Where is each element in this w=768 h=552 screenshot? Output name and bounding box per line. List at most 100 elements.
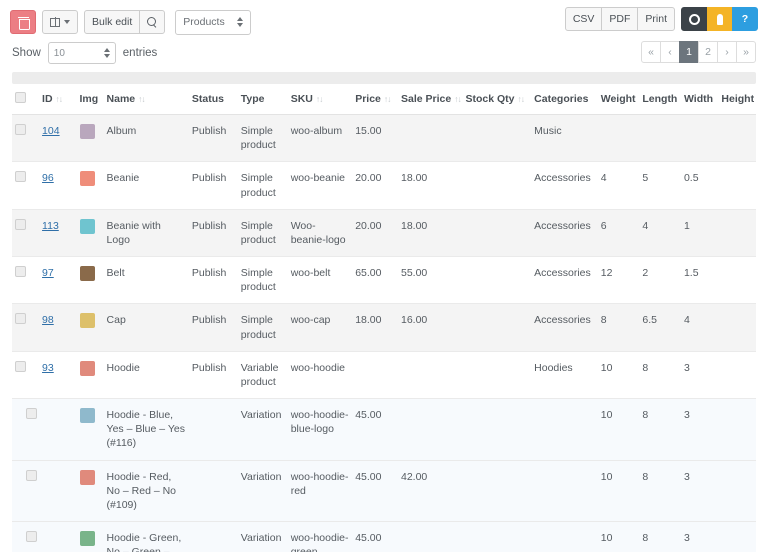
cell-status: Publish xyxy=(188,351,238,400)
cell-stock-qty xyxy=(462,460,532,523)
cell-id[interactable]: 98 xyxy=(39,303,77,352)
sort-icon[interactable]: ↑↓ xyxy=(518,94,525,104)
row-checkbox[interactable] xyxy=(15,171,26,183)
tips-button[interactable] xyxy=(707,7,733,31)
column-header-name[interactable]: Name ↑↓ xyxy=(103,84,189,115)
sort-icon[interactable]: ↑↓ xyxy=(56,94,63,104)
product-id-link[interactable]: 104 xyxy=(42,125,60,137)
chevron-down-icon xyxy=(64,20,70,24)
cell-length: 6.5 xyxy=(639,303,681,352)
column-header-label: Width xyxy=(683,93,714,105)
row-select-cell[interactable] xyxy=(12,256,40,305)
delete-button[interactable] xyxy=(10,10,36,34)
column-header-stock-qty[interactable]: Stock Qty ↑↓ xyxy=(462,84,532,115)
cell-id[interactable]: 93 xyxy=(39,351,77,400)
cell-sale-price: 16.00 xyxy=(397,303,463,352)
table-row[interactable]: 97 Belt Publish Simple product woo-belt 65.00… xyxy=(12,256,756,305)
cell-stock-qty xyxy=(462,161,532,210)
cell-price: 20.00 xyxy=(352,161,398,210)
row-select-cell[interactable] xyxy=(12,114,40,163)
table-row[interactable]: 93 Hoodie Publish Variable product woo-hoodi… xyxy=(12,351,756,400)
column-header-price[interactable]: Price ↑↓ xyxy=(352,84,398,115)
gear-icon xyxy=(689,13,700,25)
cell-id xyxy=(39,398,77,461)
row-checkbox[interactable] xyxy=(15,313,26,325)
row-select-cell[interactable] xyxy=(12,351,40,400)
cell-thumbnail xyxy=(76,398,104,461)
column-header-height: Height xyxy=(718,84,756,115)
product-id-link[interactable]: 96 xyxy=(42,172,54,184)
cell-width xyxy=(680,114,719,163)
row-select-cell[interactable] xyxy=(12,521,40,552)
help-button[interactable]: ? xyxy=(732,7,758,31)
row-checkbox[interactable] xyxy=(15,218,26,230)
product-thumbnail-image xyxy=(79,171,95,187)
product-id-link[interactable]: 113 xyxy=(42,220,59,232)
row-select-cell[interactable] xyxy=(12,460,40,523)
cell-type: Variation xyxy=(237,521,288,552)
table-row[interactable]: 104 Album Publish Simple product woo-album 15… xyxy=(12,114,756,163)
row-select-cell[interactable] xyxy=(12,209,40,258)
cell-thumbnail xyxy=(76,521,104,552)
cell-length: 4 xyxy=(639,209,681,258)
export-csv-button[interactable]: CSV xyxy=(564,7,603,31)
cell-thumbnail xyxy=(76,209,104,258)
row-checkbox[interactable] xyxy=(26,408,37,420)
row-checkbox[interactable] xyxy=(15,266,26,278)
cell-length: 2 xyxy=(639,256,681,305)
cell-id[interactable]: 113 xyxy=(39,209,77,258)
column-header-label: Price xyxy=(355,93,381,105)
product-id-link[interactable]: 93 xyxy=(42,362,54,374)
cell-stock-qty xyxy=(462,256,532,305)
column-header-id[interactable]: ID ↑↓ xyxy=(39,84,77,115)
pagination-button-5[interactable]: » xyxy=(736,41,756,63)
cell-categories: Accessories xyxy=(531,209,598,258)
export-pdf-button[interactable]: PDF xyxy=(601,7,639,31)
row-select-cell[interactable] xyxy=(12,161,40,210)
column-header-sku[interactable]: SKU ↑↓ xyxy=(287,84,353,115)
column-header-sale-price[interactable]: Sale Price ↑↓ xyxy=(397,84,463,115)
row-checkbox[interactable] xyxy=(15,360,26,372)
cell-height xyxy=(718,398,756,461)
cell-thumbnail xyxy=(76,114,104,163)
entity-select[interactable]: Products xyxy=(175,9,251,35)
product-thumbnail-image xyxy=(79,408,95,424)
row-checkbox[interactable] xyxy=(26,469,37,481)
cell-id[interactable]: 97 xyxy=(39,256,77,305)
column-visibility-button[interactable] xyxy=(42,10,78,34)
table-row[interactable]: Hoodie - Green, No – Green – No (#110) Va… xyxy=(12,521,756,552)
cell-id[interactable]: 96 xyxy=(39,161,77,210)
sort-icon[interactable]: ↑↓ xyxy=(454,94,461,104)
cell-thumbnail xyxy=(76,161,104,210)
cell-categories xyxy=(531,521,598,552)
sort-icon[interactable]: ↑↓ xyxy=(316,94,323,104)
sort-icon[interactable]: ↑↓ xyxy=(138,94,145,104)
row-select-cell[interactable] xyxy=(12,303,40,352)
bulk-edit-button[interactable]: Bulk edit xyxy=(84,10,141,34)
row-checkbox[interactable] xyxy=(15,124,26,135)
select-all-checkbox[interactable] xyxy=(15,92,26,103)
table-row[interactable]: Hoodie - Blue, Yes – Blue – Yes (#116) Va… xyxy=(12,398,756,461)
cell-stock-qty xyxy=(462,209,532,258)
table-row[interactable]: 96 Beanie Publish Simple product woo-beanie 2… xyxy=(12,161,756,210)
row-checkbox[interactable] xyxy=(26,531,37,543)
cell-id[interactable]: 104 xyxy=(39,114,77,163)
pagination-button-1[interactable]: ‹ xyxy=(660,41,680,63)
cell-thumbnail xyxy=(76,351,104,400)
pagination-button-4[interactable]: › xyxy=(717,41,737,63)
search-button[interactable] xyxy=(139,10,166,34)
product-id-link[interactable]: 97 xyxy=(42,267,54,279)
table-row[interactable]: 98 Cap Publish Simple product woo-cap 18.00 16… xyxy=(12,303,756,352)
pagination-button-3[interactable]: 2 xyxy=(698,41,718,63)
table-row[interactable]: Hoodie - Red, No – Red – No (#109) Variat… xyxy=(12,460,756,523)
print-button[interactable]: Print xyxy=(637,7,675,31)
row-select-cell[interactable] xyxy=(12,398,40,461)
table-row[interactable]: 113 Beanie with Logo Publish Simple product… xyxy=(12,209,756,258)
pagination-button-0[interactable]: « xyxy=(641,41,661,63)
entries-per-page-select[interactable]: 10 xyxy=(47,42,116,64)
product-id-link[interactable]: 98 xyxy=(42,314,54,326)
settings-button[interactable] xyxy=(681,7,708,31)
sort-icon[interactable]: ↑↓ xyxy=(384,94,391,104)
cell-sku: woo-belt xyxy=(287,256,353,305)
pagination-button-2[interactable]: 1 xyxy=(679,41,699,63)
